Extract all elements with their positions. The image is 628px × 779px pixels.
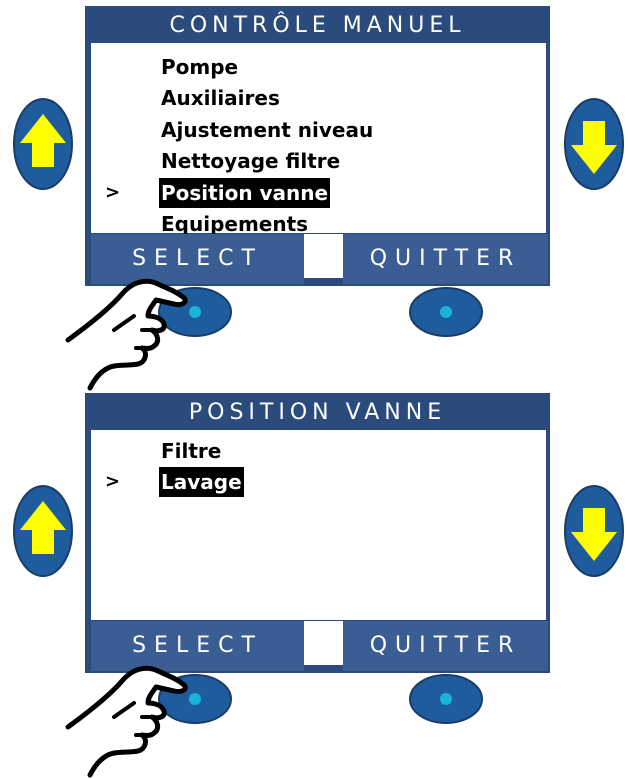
menu-item-auxiliaires[interactable]: Auxiliaires bbox=[91, 83, 546, 113]
lcd-screen: POSITION VANNE Filtre > Lavage SELECT QU… bbox=[85, 393, 550, 673]
arrow-down-icon bbox=[564, 98, 624, 190]
right-round-button[interactable] bbox=[408, 673, 484, 725]
quitter-softkey[interactable]: QUITTER bbox=[343, 621, 548, 671]
scroll-down-button[interactable] bbox=[563, 97, 625, 191]
arrow-down-icon bbox=[564, 485, 624, 577]
menu-cursor: > bbox=[105, 182, 121, 203]
scroll-up-button[interactable] bbox=[12, 484, 74, 578]
screen-title: CONTRÔLE MANUEL bbox=[169, 13, 466, 38]
menu-item-label: Filtre bbox=[161, 439, 222, 463]
manual-control-panel: CONTRÔLE MANUEL Pompe Auxiliaires Ajuste… bbox=[0, 0, 628, 391]
menu-item-ajustement-niveau[interactable]: Ajustement niveau bbox=[91, 115, 546, 145]
round-button-icon bbox=[409, 674, 483, 724]
menu-item-label: Pompe bbox=[161, 55, 239, 79]
right-round-button[interactable] bbox=[408, 286, 484, 338]
menu-item-filtre[interactable]: Filtre bbox=[91, 436, 546, 466]
quitter-softkey[interactable]: QUITTER bbox=[343, 234, 548, 284]
menu-item-label-selected: Lavage bbox=[159, 467, 244, 497]
screen-title: POSITION VANNE bbox=[188, 400, 447, 425]
pointing-hand-icon bbox=[65, 665, 188, 778]
menu-item-label: Ajustement niveau bbox=[161, 118, 374, 142]
menu-item-label: Auxiliaires bbox=[161, 86, 280, 110]
arrow-up-icon bbox=[13, 485, 73, 577]
scroll-down-button[interactable] bbox=[563, 484, 625, 578]
pointing-hand-icon bbox=[65, 278, 188, 391]
menu-item-nettoyage-filtre[interactable]: Nettoyage filtre bbox=[91, 146, 546, 176]
menu-list: Pompe Auxiliaires Ajustement niveau Nett… bbox=[91, 43, 546, 236]
menu-item-label-selected: Position vanne bbox=[159, 178, 331, 208]
menu-list: Filtre > Lavage bbox=[91, 430, 546, 620]
valve-position-panel: POSITION VANNE Filtre > Lavage SELECT QU… bbox=[0, 387, 628, 778]
arrow-up-icon bbox=[13, 98, 73, 190]
menu-item-label: Nettoyage filtre bbox=[161, 149, 341, 173]
menu-item-position-vanne[interactable]: > Position vanne bbox=[91, 178, 546, 208]
menu-item-lavage[interactable]: > Lavage bbox=[91, 467, 546, 497]
menu-item-pompe[interactable]: Pompe bbox=[91, 52, 546, 82]
menu-cursor: > bbox=[105, 471, 121, 492]
lcd-screen: CONTRÔLE MANUEL Pompe Auxiliaires Ajuste… bbox=[85, 6, 550, 286]
round-button-icon bbox=[409, 287, 483, 337]
scroll-up-button[interactable] bbox=[12, 97, 74, 191]
